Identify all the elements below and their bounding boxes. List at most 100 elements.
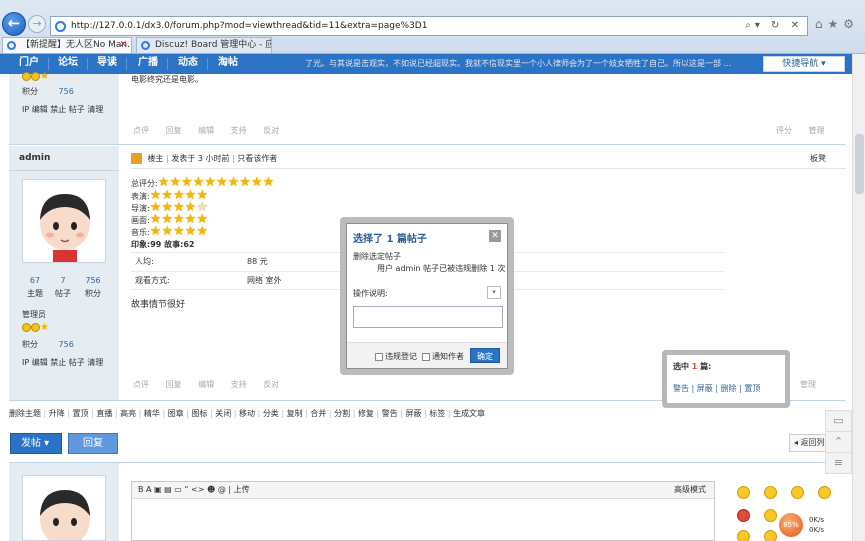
mod-action[interactable]: 复制	[287, 409, 303, 418]
mod-action[interactable]: 图标	[191, 409, 207, 418]
nav-broadcast[interactable]: 广播	[138, 54, 158, 74]
address-bar[interactable]: http://127.0.0.1/dx3.0/forum.php?mod=vie…	[50, 16, 808, 36]
mod-separator: |	[255, 409, 263, 418]
network-speed-widget[interactable]: 85% 0K/s 0K/s	[779, 513, 839, 537]
impression-story: 印象:99 故事:62	[131, 240, 195, 249]
smiley-icon[interactable]	[737, 509, 750, 522]
mod-separator: |	[373, 409, 382, 418]
mod-action[interactable]: 精华	[144, 409, 160, 418]
mod-action[interactable]: 生成文章	[453, 409, 485, 418]
browser-toolbar: ← → http://127.0.0.1/dx3.0/forum.php?mod…	[0, 0, 865, 54]
smiley-icon[interactable]	[737, 530, 750, 541]
medal-icons: ★	[22, 71, 49, 82]
warn-link[interactable]: 警告	[673, 384, 689, 393]
search-refresh-icons[interactable]: ⌕▾ ↻ ✕	[745, 20, 803, 31]
owner-icon	[131, 153, 142, 164]
new-post-button[interactable]: 发帖 ▾	[10, 433, 62, 454]
mod-action[interactable]: 警告	[382, 409, 398, 418]
quick-nav-button[interactable]: 快捷导航 ▾	[763, 56, 845, 72]
home-favorites-settings-icons[interactable]: ⌂★⚙	[815, 17, 859, 31]
post1-points: 积分 756	[22, 87, 74, 96]
smiley-icon[interactable]	[764, 530, 777, 541]
top-tool-icon[interactable]: ⌃	[825, 431, 852, 453]
mod-action[interactable]: 标签	[429, 409, 445, 418]
comment-tool-icon[interactable]: ▭	[825, 410, 852, 432]
smiley-icon[interactable]	[791, 486, 804, 499]
ie-icon	[55, 21, 66, 32]
delete-link[interactable]: 删除	[721, 384, 737, 393]
smiley-icon[interactable]	[764, 509, 777, 522]
post2-meta: 楼主 | 发表于 3 小时前 | 只看该作者	[131, 153, 277, 164]
close-tab-icon[interactable]: ✕	[119, 38, 127, 53]
advanced-mode-link[interactable]: 高级模式	[674, 482, 706, 498]
nav-collection[interactable]: 淘帖	[218, 54, 238, 74]
avatar[interactable]	[22, 179, 106, 263]
editor-toolbar[interactable]: B A ▣ ▤ ▭ “ <> ☻ @ | 上传 高级模式	[132, 482, 714, 499]
post2-manage[interactable]: 管理	[800, 379, 830, 390]
smiley-icon[interactable]	[737, 486, 750, 499]
dialog-title: 选择了 1 篇帖子	[353, 234, 427, 245]
smiley-icon[interactable]	[764, 486, 777, 499]
post2-admin-links[interactable]: IP 编辑 禁止 帖子 清理	[22, 357, 103, 368]
mod-action[interactable]: 升降	[49, 409, 65, 418]
violation-register-checkbox[interactable]: 违规登记	[375, 351, 417, 362]
mod-action[interactable]: 图章	[168, 409, 184, 418]
block-link[interactable]: 屏蔽	[697, 384, 713, 393]
operation-reason-input[interactable]	[353, 306, 503, 328]
tab-admin[interactable]: Discuz! Board 管理中心 - 应...	[136, 37, 272, 53]
chevron-down-icon[interactable]: ▾	[487, 286, 501, 299]
mod-separator: |	[326, 409, 335, 418]
post2-author[interactable]: admin	[19, 153, 50, 163]
post1-admin-links[interactable]: IP 编辑 禁止 帖子 清理	[22, 104, 103, 115]
mod-action[interactable]: 高亮	[120, 409, 136, 418]
reply-editor[interactable]: B A ▣ ▤ ▭ “ <> ☻ @ | 上传 高级模式	[131, 481, 715, 541]
mod-action[interactable]: 分类	[263, 409, 279, 418]
nav-guide[interactable]: 导读	[97, 54, 117, 74]
page-scrollbar[interactable]	[852, 54, 865, 541]
post2-actions[interactable]: 点评 回复 编辑 支持 反对	[133, 379, 293, 390]
list-tool-icon[interactable]: ≡	[825, 452, 852, 474]
mod-action[interactable]: 直播	[96, 409, 112, 418]
post1-content-top: 了光。与其说是击观实，不如说已经超现实。我就不信现实里一个小人律师会为了一个妓女…	[305, 59, 732, 68]
selection-panel: 选中 1 篇: 警告 | 屏蔽 | 删除 | 置顶	[667, 355, 785, 403]
operation-label: 操作说明:	[353, 289, 388, 298]
sticky-link[interactable]: 置顶	[744, 384, 760, 393]
forward-button[interactable]: →	[28, 15, 46, 33]
back-button[interactable]: ←	[2, 12, 26, 36]
mod-action[interactable]: 合并	[310, 409, 326, 418]
mod-action[interactable]: 修复	[358, 409, 374, 418]
star-icon: ★	[250, 175, 263, 190]
reply-button[interactable]: 回复	[68, 433, 118, 454]
mod-action[interactable]: 关闭	[215, 409, 231, 418]
nav-forum[interactable]: 论坛	[58, 54, 78, 74]
avatar-image	[40, 490, 90, 540]
scrollbar-thumb[interactable]	[855, 134, 864, 194]
user-group[interactable]: 管理员	[22, 309, 46, 320]
post2-points: 积分 756	[22, 340, 74, 349]
post1-actions[interactable]: 点评 回复 编辑 支持 反对	[133, 125, 293, 136]
mod-action[interactable]: 删除主题	[9, 409, 41, 418]
address-url[interactable]: http://127.0.0.1/dx3.0/forum.php?mod=vie…	[71, 21, 427, 31]
post2-content: 故事情节很好	[131, 300, 186, 310]
star-icon: ★	[173, 224, 185, 239]
nav-feed[interactable]: 动态	[178, 54, 198, 74]
post1-rate-manage[interactable]: 评分 管理	[776, 125, 839, 136]
moderation-bar: 删除主题 | 升降 | 置顶 | 直播 | 高亮 | 精华 | 图章 | 图标 …	[9, 408, 485, 419]
close-icon[interactable]: ✕	[489, 230, 501, 242]
ie-icon	[7, 41, 16, 50]
mod-action[interactable]: 分割	[334, 409, 350, 418]
star-icon: ★	[239, 175, 251, 190]
mod-action[interactable]: 移动	[239, 409, 255, 418]
confirm-button[interactable]: 确定	[470, 348, 500, 363]
star-icon: ★	[196, 224, 208, 239]
smiley-icon[interactable]	[818, 486, 831, 499]
mod-action[interactable]: 置顶	[73, 409, 89, 418]
tab-forum[interactable]: 【新提醒】无人区No Man... ✕	[2, 37, 132, 53]
mod-separator: |	[41, 409, 49, 418]
mod-separator: |	[136, 409, 144, 418]
notify-author-checkbox[interactable]: 通知作者	[422, 351, 464, 362]
mod-action[interactable]: 屏蔽	[406, 409, 422, 418]
floor-number: 板凳	[810, 154, 826, 163]
mod-separator: |	[445, 409, 454, 418]
star-icon: ★	[262, 175, 275, 190]
